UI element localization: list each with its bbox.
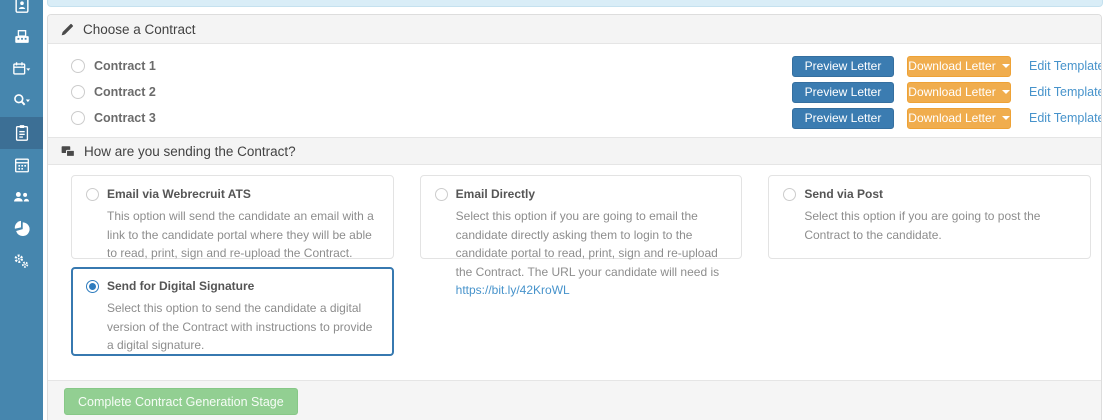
choose-contract-heading: Choose a Contract (48, 15, 1101, 44)
download-letter-button[interactable]: Download Letter (907, 56, 1011, 77)
send-via-post-radio[interactable] (783, 188, 796, 201)
calendar-icon (13, 156, 31, 174)
candidate-portal-url-link[interactable]: https://bit.ly/42KroWL (456, 283, 570, 297)
option-description: Select this option if you are going to p… (804, 207, 1076, 244)
sidebar-item-reports[interactable] (0, 213, 43, 245)
contract-1-radio[interactable] (71, 59, 85, 73)
download-letter-button[interactable]: Download Letter (907, 108, 1011, 129)
spacer (48, 356, 1101, 380)
contract-row: Contract 2 Preview Letter Download Lette… (71, 79, 1089, 105)
contract-list: Contract 1 Preview Letter Download Lette… (48, 44, 1101, 131)
sidebar-item-users[interactable] (0, 181, 43, 213)
cogs-icon (12, 252, 31, 270)
contract-3-radio[interactable] (71, 111, 85, 125)
preview-letter-button[interactable]: Preview Letter (792, 108, 894, 129)
option-description: Select this option to send the candidate… (107, 299, 379, 355)
chevron-down-icon (1002, 116, 1010, 120)
sidebar-item-search-menu[interactable] (0, 85, 43, 117)
section-title: How are you sending the Contract? (84, 144, 296, 159)
sidebar-item-settings[interactable] (0, 245, 43, 277)
chevron-down-icon (1002, 64, 1010, 68)
option-email-via-ats[interactable]: Email via Webrecruit ATS This option wil… (71, 175, 394, 259)
contract-row: Contract 1 Preview Letter Download Lette… (71, 53, 1089, 79)
pencil-icon (60, 22, 75, 37)
sidebar-item-contacts[interactable] (0, 0, 43, 21)
users-icon (12, 188, 31, 206)
chevron-down-icon (1002, 90, 1010, 94)
edit-template-link[interactable]: Edit Template (1029, 111, 1089, 125)
sidebar-item-calendar[interactable] (0, 149, 43, 181)
sending-method-heading: How are you sending the Contract? (48, 137, 1101, 165)
sidebar-item-calendar-menu[interactable] (0, 53, 43, 85)
sending-options: Email via Webrecruit ATS This option wil… (48, 165, 1101, 356)
contract-2-radio[interactable] (71, 85, 85, 99)
complete-stage-button[interactable]: Complete Contract Generation Stage (64, 388, 298, 415)
option-label: Email Directly (456, 187, 535, 201)
panel-footer: Complete Contract Generation Stage (48, 380, 1101, 420)
app-window: Choose a Contract Contract 1 Preview Let… (0, 0, 1120, 420)
email-directly-radio[interactable] (435, 188, 448, 201)
contract-panel: Choose a Contract Contract 1 Preview Let… (47, 14, 1102, 420)
digital-signature-radio[interactable] (86, 280, 99, 293)
option-label: Send for Digital Signature (107, 279, 254, 293)
preview-letter-button[interactable]: Preview Letter (792, 82, 894, 103)
option-digital-signature[interactable]: Send for Digital Signature Select this o… (71, 267, 394, 356)
sidebar (0, 0, 43, 420)
contract-row: Contract 3 Preview Letter Download Lette… (71, 105, 1089, 131)
send-icon (60, 144, 76, 159)
address-book-icon (13, 0, 31, 14)
sidebar-item-fax[interactable] (0, 21, 43, 53)
email-via-ats-radio[interactable] (86, 188, 99, 201)
section-title: Choose a Contract (83, 22, 196, 37)
contract-label: Contract 3 (94, 111, 156, 125)
option-description: Select this option if you are going to e… (456, 207, 728, 300)
info-alert-strip (47, 0, 1103, 7)
edit-template-link[interactable]: Edit Template (1029, 85, 1089, 99)
option-send-via-post[interactable]: Send via Post Select this option if you … (768, 175, 1091, 259)
contract-label: Contract 1 (94, 59, 156, 73)
search-dropdown-icon (12, 92, 31, 110)
clipboard-icon (13, 124, 31, 142)
sidebar-item-tasks[interactable] (0, 117, 43, 149)
contract-label: Contract 2 (94, 85, 156, 99)
preview-letter-button[interactable]: Preview Letter (792, 56, 894, 77)
download-letter-button[interactable]: Download Letter (907, 82, 1011, 103)
fax-icon (13, 28, 31, 46)
calendar-dropdown-icon (12, 60, 31, 78)
edit-template-link[interactable]: Edit Template (1029, 59, 1089, 73)
option-label: Send via Post (804, 187, 883, 201)
option-description: This option will send the candidate an e… (107, 207, 379, 263)
pie-chart-icon (13, 220, 31, 238)
option-email-directly[interactable]: Email Directly Select this option if you… (420, 175, 743, 259)
option-label: Email via Webrecruit ATS (107, 187, 251, 201)
